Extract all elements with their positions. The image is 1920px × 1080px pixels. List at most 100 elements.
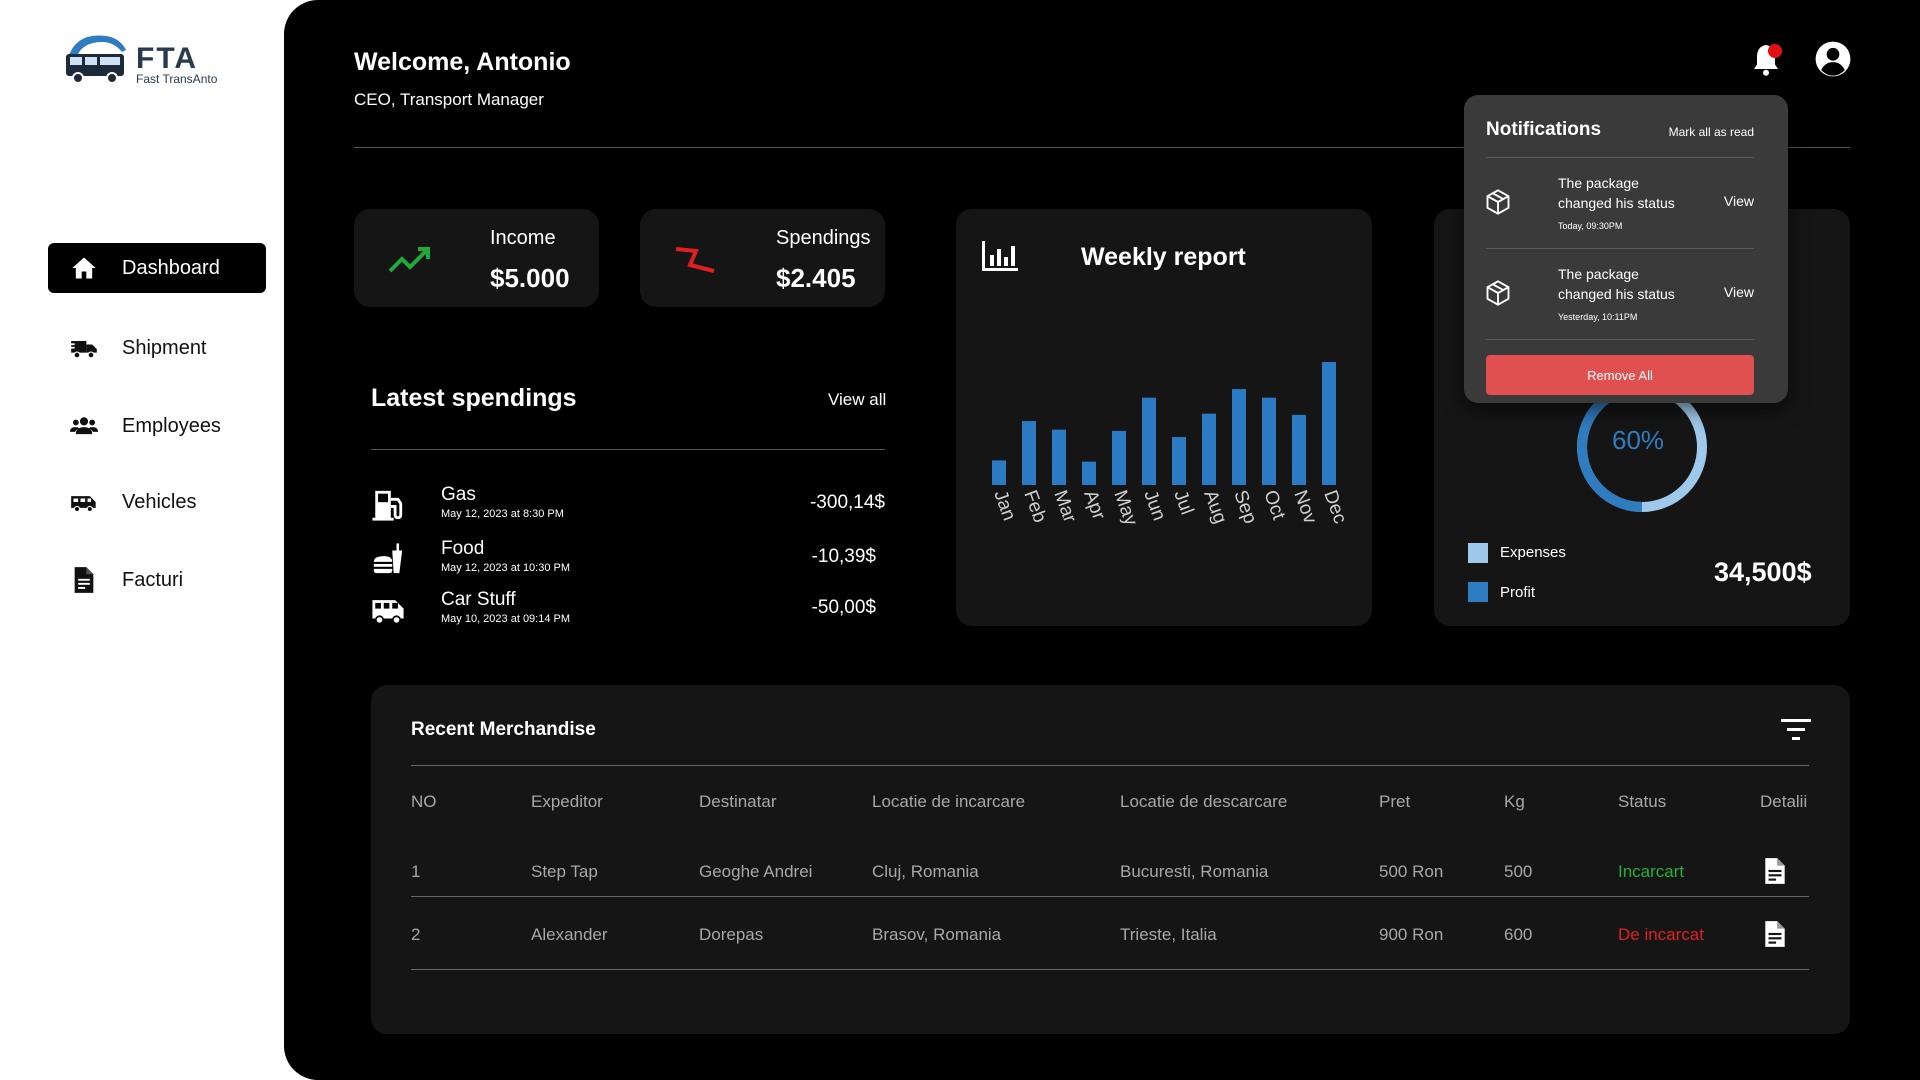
cell-kg: 500 xyxy=(1504,862,1533,881)
spendings-card: Spendings $2.405 xyxy=(640,209,885,307)
trend-down-icon xyxy=(675,247,715,273)
sidebar: FTA Fast TransAnto Dashboard Shipment Em… xyxy=(0,0,284,1080)
column-header: Expeditor xyxy=(531,792,603,811)
bar-jul xyxy=(1172,437,1186,485)
progress-percent: 60% xyxy=(1612,425,1665,455)
sidebar-item-label: Facturi xyxy=(122,568,184,591)
column-header: Detalii xyxy=(1760,792,1808,811)
table-header-divider xyxy=(411,765,1809,766)
status-badge: Incarcart xyxy=(1618,862,1685,881)
spending-amount: -300,14$ xyxy=(809,492,885,513)
sidebar-item-facturi[interactable]: Facturi xyxy=(48,555,266,605)
sidebar-item-dashboard[interactable]: Dashboard xyxy=(48,243,266,293)
column-header: Kg xyxy=(1504,792,1525,811)
notification-divider xyxy=(1486,339,1754,340)
cell-no: 2 xyxy=(411,925,421,944)
notification-time: Yesterday, 10:11PM xyxy=(1558,312,1638,322)
column-header: Status xyxy=(1618,792,1667,811)
cell-destinatar: Geoghe Andrei xyxy=(699,862,813,881)
notification-time: Today, 09:30PM xyxy=(1558,221,1623,231)
x-tick-label: Feb xyxy=(1019,488,1050,526)
x-tick-label: Jun xyxy=(1139,488,1169,524)
spendings-title: Spendings xyxy=(776,227,871,249)
weekly-report-title: Weekly report xyxy=(1081,243,1246,271)
notification-view-button[interactable]: View xyxy=(1724,193,1754,209)
notifications-panel: Notifications Mark all as read The packa… xyxy=(1464,95,1788,403)
column-header: Pret xyxy=(1379,792,1411,811)
user-role: CEO, Transport Manager xyxy=(354,90,544,109)
spending-amount: -50,00$ xyxy=(811,597,876,618)
view-all-link[interactable]: View all xyxy=(828,390,886,410)
people-icon xyxy=(70,417,98,435)
sidebar-item-label: Vehicles xyxy=(122,490,197,513)
weekly-bar-chart: Jan Feb Mar Apr MayJun Jul AugSepOct NovDec xyxy=(989,362,1351,529)
bar-may xyxy=(1112,430,1126,485)
bar-chart-icon xyxy=(982,241,1018,271)
bar-oct xyxy=(1262,397,1276,485)
bar-aug xyxy=(1202,413,1216,485)
van-icon xyxy=(71,496,96,513)
income-title: Income xyxy=(490,227,556,249)
sidebar-item-label: Dashboard xyxy=(122,256,220,279)
spending-date: May 12, 2023 at 10:30 PM xyxy=(441,562,571,574)
row-divider xyxy=(411,896,1809,897)
legend-profit-label: Profit xyxy=(1500,584,1536,601)
income-card: Income $5.000 xyxy=(354,209,599,307)
fuel-icon xyxy=(372,490,403,521)
cell-pret: 900 Ron xyxy=(1379,925,1444,944)
x-tick-label: Jan xyxy=(989,488,1019,524)
van-icon xyxy=(372,600,404,625)
spending-name: Car Stuff xyxy=(441,589,516,610)
notification-text: The package changed his status xyxy=(1558,175,1675,211)
x-tick-label: Nov xyxy=(1289,488,1320,527)
x-tick-label: Oct xyxy=(1259,488,1289,524)
document-icon[interactable] xyxy=(1762,920,1788,948)
cell-expeditor: Step Tap xyxy=(531,862,598,881)
package-icon xyxy=(1486,189,1510,215)
sidebar-item-vehicles[interactable]: Vehicles xyxy=(48,477,266,527)
remove-all-button[interactable]: Remove All xyxy=(1486,355,1754,395)
bar-jan xyxy=(992,460,1006,485)
column-header: Destinatar xyxy=(699,792,777,811)
list-item[interactable]: Food May 12, 2023 at 10:30 PM -10,39$ xyxy=(371,538,885,582)
document-icon[interactable] xyxy=(1762,857,1788,885)
bar-nov xyxy=(1292,414,1306,485)
legend-expenses-label: Expenses xyxy=(1500,544,1566,561)
sidebar-item-label: Employees xyxy=(122,414,221,437)
user-circle-icon[interactable] xyxy=(1814,40,1852,78)
notification-text: The package changed his status xyxy=(1558,266,1675,302)
spending-name: Food xyxy=(441,538,485,559)
list-item[interactable]: Car Stuff May 10, 2023 at 09:14 PM -50,0… xyxy=(371,589,885,633)
cell-destinatar: Dorepas xyxy=(699,925,764,944)
cell-incarcare: Cluj, Romania xyxy=(872,862,979,881)
merchandise-title: Recent Merchandise xyxy=(411,719,596,740)
bar-apr xyxy=(1082,461,1096,485)
column-header: Locatie de descarcare xyxy=(1120,792,1288,811)
cell-no: 1 xyxy=(411,862,421,881)
bar-jun xyxy=(1142,397,1156,485)
list-item[interactable]: Gas May 12, 2023 at 8:30 PM -300,14$ xyxy=(371,484,885,528)
bar-feb xyxy=(1022,421,1036,485)
sidebar-item-shipment[interactable]: Shipment xyxy=(48,323,266,373)
food-icon xyxy=(373,543,403,574)
notification-view-button[interactable]: View xyxy=(1724,284,1754,300)
sidebar-item-employees[interactable]: Employees xyxy=(48,401,266,451)
legend-expenses-swatch xyxy=(1468,543,1488,563)
truck-icon xyxy=(70,341,97,359)
invoice-icon xyxy=(74,567,94,593)
filter-icon[interactable] xyxy=(1781,719,1811,741)
mark-all-read-link[interactable]: Mark all as read xyxy=(1669,125,1754,139)
legend-profit-swatch xyxy=(1468,582,1488,602)
summary-total: 34,500$ xyxy=(1714,557,1812,587)
spending-date: May 10, 2023 at 09:14 PM xyxy=(441,613,571,625)
bar-mar xyxy=(1052,429,1066,485)
cell-expeditor: Alexander xyxy=(531,925,608,944)
logo-name: Fast TransAnto xyxy=(136,72,218,86)
bar-sep xyxy=(1232,389,1246,485)
home-icon xyxy=(72,257,96,279)
spendings-value: $2.405 xyxy=(776,263,856,293)
column-header: Locatie de incarcare xyxy=(872,792,1026,811)
logo[interactable]: FTA Fast TransAnto xyxy=(62,30,232,90)
welcome-title: Welcome, Antonio xyxy=(354,48,571,76)
spending-name: Gas xyxy=(441,484,476,505)
